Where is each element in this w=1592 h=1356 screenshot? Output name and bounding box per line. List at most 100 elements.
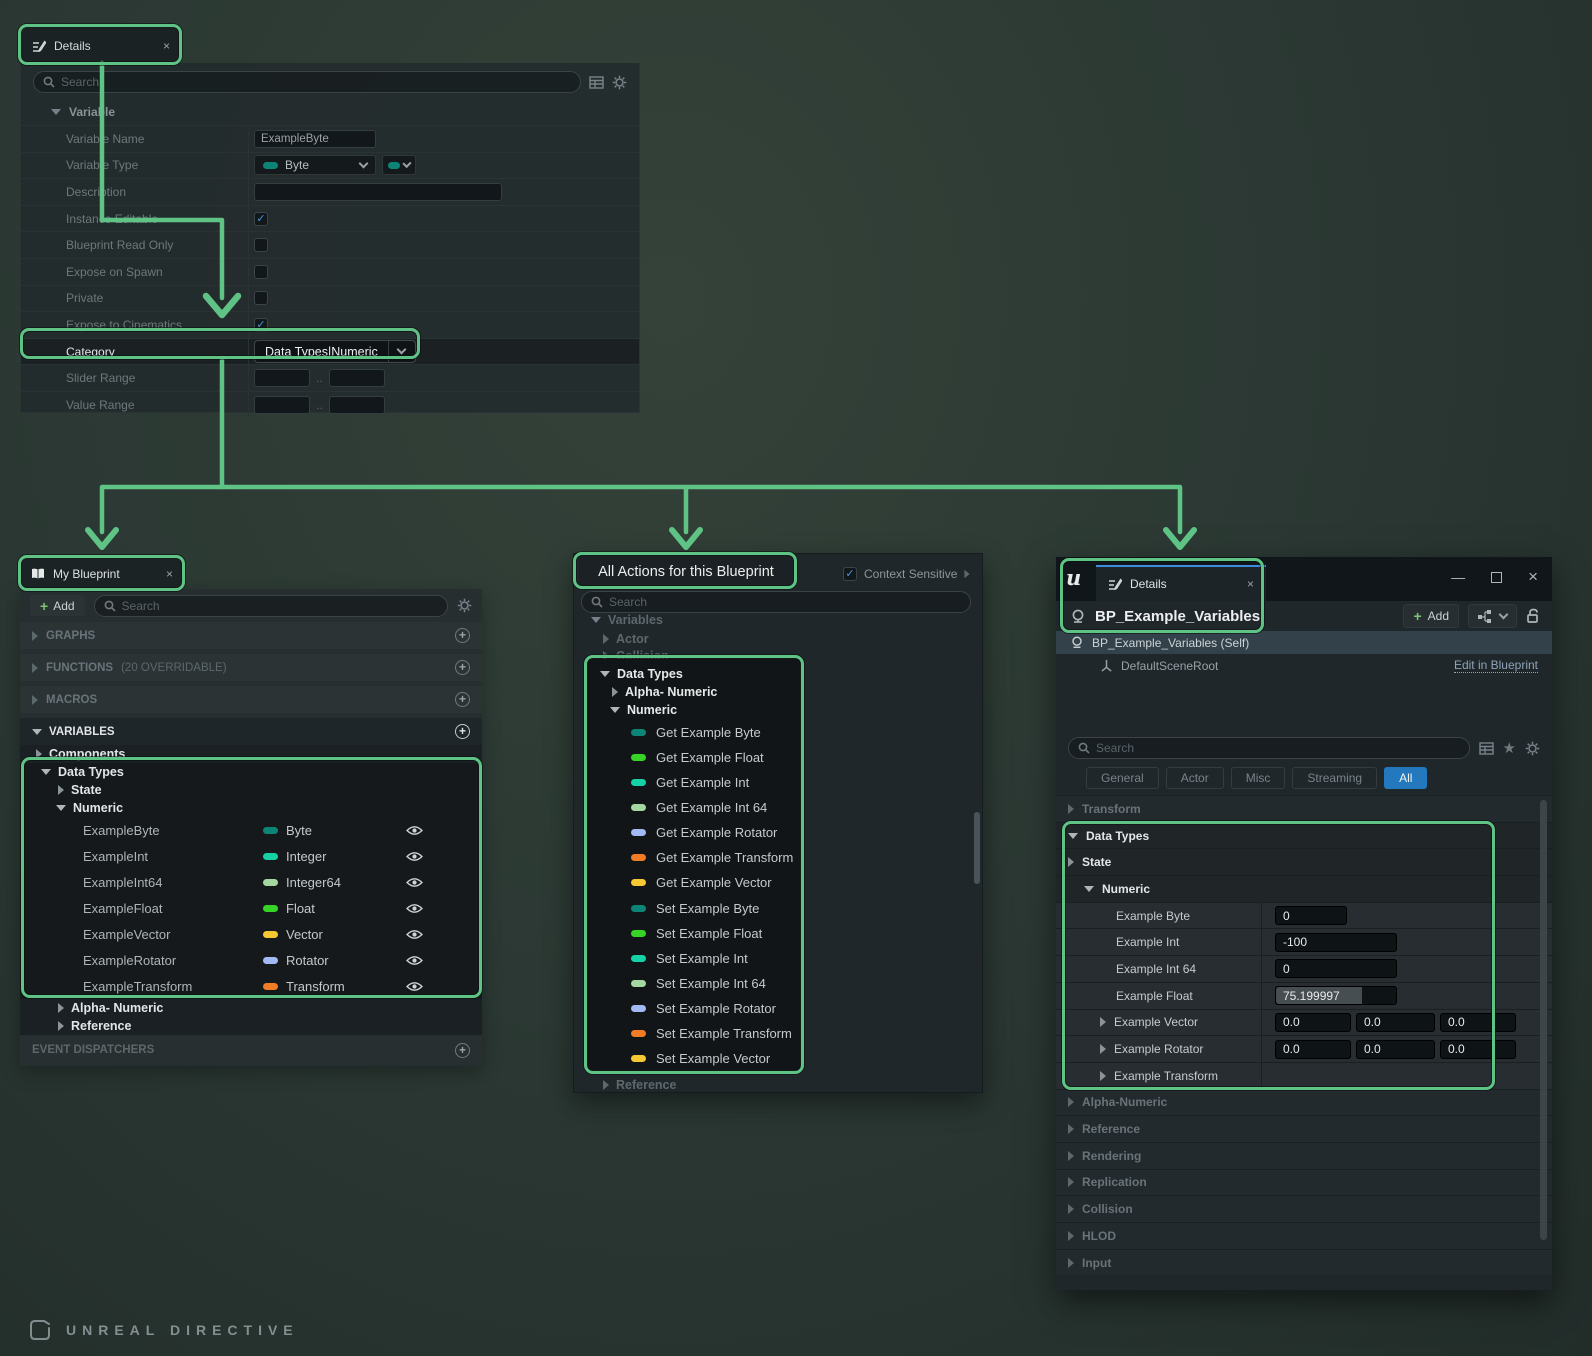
visibility-eye-icon[interactable] (406, 825, 423, 836)
action-item[interactable]: Set Example Byte (631, 901, 759, 916)
tree-reference[interactable]: Reference (574, 1078, 982, 1092)
variable-row[interactable]: ExampleFloat Float (20, 895, 482, 921)
filter-tab-all[interactable]: All (1384, 767, 1427, 789)
close-window-button[interactable]: × (1528, 567, 1538, 587)
section-hlod[interactable]: HLOD (1056, 1222, 1552, 1249)
unlocked-padlock-icon[interactable] (1526, 608, 1540, 624)
variable-row[interactable]: ExampleTransform Transform (20, 973, 482, 999)
tree-alpha-numeric[interactable]: Alpha- Numeric (588, 685, 800, 699)
action-item[interactable]: Set Example Int (631, 951, 748, 966)
self-actor-row[interactable]: BP_Example_Variables (Self) (1056, 631, 1552, 654)
tree-numeric[interactable]: Numeric (588, 703, 800, 717)
visibility-eye-icon[interactable] (406, 929, 423, 940)
example-int-input[interactable]: -100 (1275, 933, 1397, 952)
action-item[interactable]: Get Example Rotator (631, 825, 777, 840)
tab-details[interactable]: Details × (22, 28, 180, 63)
value-range-max-input[interactable] (329, 396, 385, 414)
tab-details-right[interactable]: Details × (1096, 565, 1266, 601)
actions-search-input[interactable]: Search (581, 591, 971, 613)
variable-row[interactable]: ExampleInt64 Integer64 (20, 869, 482, 895)
visibility-eye-icon[interactable] (406, 851, 423, 862)
tree-data-types[interactable]: Data Types (20, 763, 482, 781)
scene-root-row[interactable]: DefaultSceneRoot Edit in Blueprint (1056, 654, 1552, 677)
section-collision[interactable]: Collision (1056, 1195, 1552, 1222)
section-macros[interactable]: MACROS + (20, 686, 482, 713)
context-sensitive-toggle[interactable]: ✓ Context Sensitive (843, 567, 970, 581)
blueprint-read-only-checkbox[interactable] (254, 238, 268, 252)
add-graph-button[interactable]: + (455, 628, 470, 643)
filter-tab-streaming[interactable]: Streaming (1292, 767, 1377, 789)
edit-in-blueprint-link[interactable]: Edit in Blueprint (1454, 658, 1538, 673)
tree-state[interactable]: State (20, 781, 482, 799)
vector-x-input[interactable]: 0.0 (1275, 1013, 1351, 1032)
example-byte-input[interactable]: 0 (1275, 906, 1347, 925)
details-search-input[interactable]: Search (33, 71, 581, 93)
visibility-eye-icon[interactable] (406, 955, 423, 966)
details-search-input[interactable]: Search (1068, 737, 1470, 759)
variable-type-dropdown[interactable]: Byte (254, 155, 376, 175)
action-item[interactable]: Set Example Transform (631, 1026, 792, 1041)
display-options-icon[interactable] (1479, 742, 1494, 755)
section-variables[interactable]: VARIABLES + (20, 718, 482, 745)
add-variable-button[interactable]: + (455, 724, 470, 739)
slider-range-max-input[interactable] (329, 369, 385, 387)
expander-caret-icon[interactable] (965, 570, 970, 579)
action-item[interactable]: Set Example Float (631, 926, 762, 941)
section-alpha-numeric[interactable]: Alpha-Numeric (1056, 1089, 1552, 1116)
visibility-eye-icon[interactable] (406, 981, 423, 992)
value-range-min-input[interactable] (254, 396, 310, 414)
action-item[interactable]: Get Example Int 64 (631, 800, 767, 815)
expose-to-cinematics-checkbox[interactable]: ✓ (254, 318, 268, 332)
collapsed-caret-icon[interactable] (1100, 1044, 1106, 1054)
tree-actor[interactable]: Actor (574, 632, 982, 646)
display-options-icon[interactable] (589, 76, 604, 89)
section-transform[interactable]: Transform (1056, 795, 1552, 822)
gear-icon[interactable] (1525, 741, 1540, 756)
add-component-button[interactable]: + Add (1403, 604, 1459, 628)
section-numeric[interactable]: Numeric (1056, 875, 1552, 902)
tree-data-types[interactable]: Data Types (588, 667, 800, 681)
section-event-dispatchers[interactable]: EVENT DISPATCHERS + (20, 1036, 482, 1064)
action-item[interactable]: Set Example Int 64 (631, 976, 766, 991)
favorites-star-icon[interactable]: ★ (1503, 739, 1516, 757)
tab-my-blueprint-close-icon[interactable]: × (166, 567, 173, 581)
rotator-pitch-input[interactable]: 0.0 (1356, 1040, 1435, 1059)
private-checkbox[interactable] (254, 291, 268, 305)
variable-row[interactable]: ExampleVector Vector (20, 921, 482, 947)
add-macro-button[interactable]: + (455, 692, 470, 707)
add-event-dispatcher-button[interactable]: + (455, 1043, 470, 1058)
section-input[interactable]: Input (1056, 1249, 1552, 1276)
action-item[interactable]: Get Example Int (631, 775, 749, 790)
section-reference[interactable]: Reference (1056, 1115, 1552, 1142)
section-state[interactable]: State (1056, 848, 1552, 875)
rotator-yaw-input[interactable]: 0.0 (1440, 1040, 1516, 1059)
tab-close-icon[interactable]: × (1247, 577, 1254, 591)
tree-numeric[interactable]: Numeric (20, 799, 482, 817)
tree-components[interactable]: Components (20, 745, 482, 763)
blueprint-hierarchy-button[interactable] (1468, 604, 1517, 628)
vector-y-input[interactable]: 0.0 (1356, 1013, 1435, 1032)
example-float-slider-input[interactable]: 75.199997 (1275, 986, 1397, 1005)
action-item[interactable]: Get Example Vector (631, 875, 772, 890)
context-sensitive-checkbox[interactable]: ✓ (843, 567, 857, 581)
section-replication[interactable]: Replication (1056, 1169, 1552, 1196)
filter-tab-misc[interactable]: Misc (1231, 767, 1286, 789)
filter-tab-actor[interactable]: Actor (1166, 767, 1224, 789)
section-variable[interactable]: Variable (21, 99, 639, 125)
variable-row[interactable]: ExampleByte Byte (20, 817, 482, 843)
actions-scrollbar[interactable] (974, 812, 980, 884)
action-item[interactable]: Get Example Transform (631, 850, 793, 865)
add-function-button[interactable]: + (455, 660, 470, 675)
rotator-roll-input[interactable]: 0.0 (1275, 1040, 1351, 1059)
maximize-button[interactable] (1491, 572, 1502, 583)
add-button[interactable]: + Add (30, 595, 85, 616)
variable-row[interactable]: ExampleInt Integer (20, 843, 482, 869)
action-item[interactable]: Set Example Rotator (631, 1001, 776, 1016)
expose-on-spawn-checkbox[interactable] (254, 265, 268, 279)
container-type-dropdown[interactable] (382, 155, 416, 175)
example-int64-input[interactable]: 0 (1275, 959, 1397, 978)
tree-reference[interactable]: Reference (20, 1017, 482, 1035)
instance-editable-checkbox[interactable]: ✓ (254, 212, 268, 226)
section-rendering[interactable]: Rendering (1056, 1142, 1552, 1169)
filter-tab-general[interactable]: General (1086, 767, 1159, 789)
